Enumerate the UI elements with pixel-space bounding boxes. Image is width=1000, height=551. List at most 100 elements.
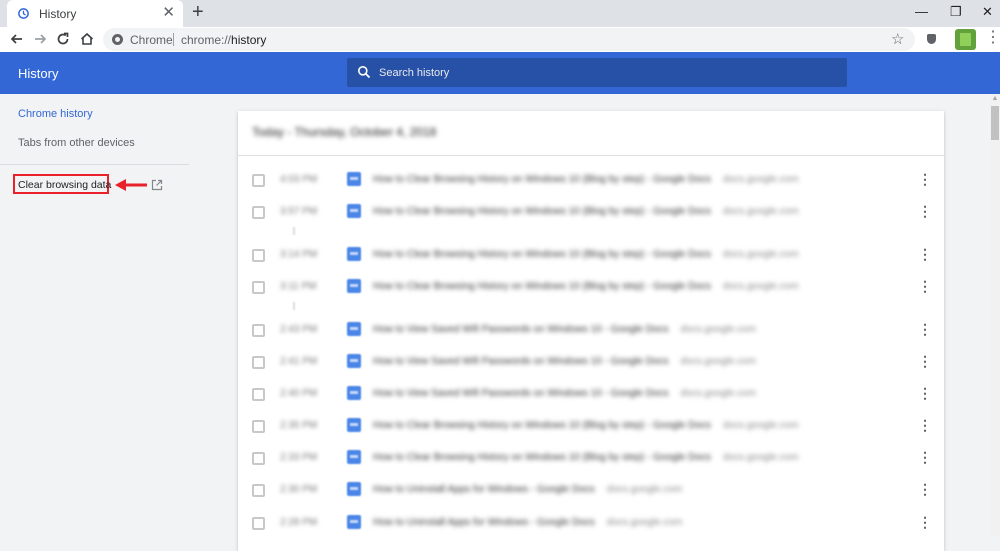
sidebar: Chrome history Tabs from other devices C…: [0, 94, 189, 536]
page-title: History: [18, 66, 59, 81]
row-title[interactable]: How to View Saved Wifi Passwords on Wind…: [373, 388, 756, 399]
clear-browsing-data-label: Clear browsing data: [18, 179, 112, 191]
history-row[interactable]: 3:11 PM How to Clear Browsing History on…: [238, 278, 944, 298]
docs-favicon-icon: [347, 247, 361, 261]
row-title[interactable]: How to Clear Browsing History on Windows…: [373, 249, 799, 260]
more-actions-icon[interactable]: ⋮: [918, 353, 932, 369]
history-row[interactable]: 4:03 PM How to Clear Browsing History on…: [238, 171, 944, 191]
tab-title: History: [39, 7, 77, 21]
row-title[interactable]: How to Uninstall Apps for Windows - Goog…: [373, 484, 682, 495]
docs-favicon-icon: [347, 204, 361, 218]
history-row[interactable]: 3:57 PM How to Clear Browsing History on…: [238, 203, 944, 223]
chrome-icon: [112, 34, 123, 45]
row-time: 2:41 PM: [280, 356, 318, 367]
card-divider: [238, 155, 944, 156]
history-header: History: [0, 52, 1000, 94]
row-title[interactable]: How to View Saved Wifi Passwords on Wind…: [373, 356, 756, 367]
more-actions-icon[interactable]: ⋮: [918, 278, 932, 294]
row-time: 4:03 PM: [280, 174, 318, 185]
history-row[interactable]: 2:28 PM How to Uninstall Apps for Window…: [238, 514, 944, 534]
more-actions-icon[interactable]: ⋮: [918, 321, 932, 337]
docs-favicon-icon: [347, 354, 361, 368]
row-checkbox[interactable]: [252, 206, 265, 219]
more-actions-icon[interactable]: ⋮: [918, 385, 932, 401]
row-time: 2:35 PM: [280, 420, 318, 431]
row-checkbox[interactable]: [252, 452, 265, 465]
reload-icon[interactable]: [54, 30, 72, 48]
history-row[interactable]: 2:35 PM How to Clear Browsing History on…: [238, 417, 944, 437]
history-row[interactable]: 2:40 PM How to View Saved Wifi Passwords…: [238, 385, 944, 405]
red-arrow-icon: [115, 179, 147, 191]
search-input[interactable]: [379, 64, 819, 81]
row-title[interactable]: How to Uninstall Apps for Windows - Goog…: [373, 517, 682, 528]
row-title[interactable]: How to Clear Browsing History on Windows…: [373, 452, 799, 463]
row-title[interactable]: How to View Saved Wifi Passwords on Wind…: [373, 324, 756, 335]
more-actions-icon[interactable]: ⋮: [918, 171, 932, 187]
row-checkbox[interactable]: [252, 484, 265, 497]
tab-history[interactable]: History ✕: [7, 0, 183, 27]
row-connector: [293, 227, 295, 235]
url-separator: [173, 33, 174, 46]
sidebar-item-other-devices[interactable]: Tabs from other devices: [18, 137, 135, 149]
search-box[interactable]: [347, 58, 847, 87]
more-actions-icon[interactable]: ⋮: [918, 203, 932, 219]
clear-browsing-data-link[interactable]: Clear browsing data: [13, 174, 112, 194]
row-title[interactable]: How to Clear Browsing History on Windows…: [373, 174, 799, 185]
more-actions-icon[interactable]: ⋮: [918, 514, 932, 530]
row-title[interactable]: How to Clear Browsing History on Windows…: [373, 420, 799, 431]
scroll-up-icon[interactable]: ▲: [990, 94, 1000, 104]
row-title[interactable]: How to Clear Browsing History on Windows…: [373, 281, 799, 292]
new-tab-button[interactable]: +: [192, 2, 204, 22]
docs-favicon-icon: [347, 450, 361, 464]
row-time: 2:40 PM: [280, 388, 318, 399]
back-icon[interactable]: [8, 30, 26, 48]
home-icon[interactable]: [78, 30, 96, 48]
row-checkbox[interactable]: [252, 174, 265, 187]
row-checkbox[interactable]: [252, 249, 265, 262]
tab-close-icon[interactable]: ✕: [162, 5, 175, 20]
docs-favicon-icon: [347, 279, 361, 293]
star-icon[interactable]: ☆: [891, 30, 904, 48]
row-connector: [293, 302, 295, 310]
history-row[interactable]: 3:14 PM How to Clear Browsing History on…: [238, 246, 944, 266]
more-actions-icon[interactable]: ⋮: [918, 481, 932, 497]
docs-favicon-icon: [347, 386, 361, 400]
sidebar-item-chrome-history[interactable]: Chrome history: [18, 108, 93, 120]
docs-favicon-icon: [347, 515, 361, 529]
row-time: 3:11 PM: [280, 281, 317, 292]
history-row[interactable]: 2:30 PM How to Uninstall Apps for Window…: [238, 481, 944, 501]
row-time: 3:57 PM: [280, 206, 318, 217]
more-actions-icon[interactable]: ⋮: [918, 417, 932, 433]
docs-favicon-icon: [347, 172, 361, 186]
row-title[interactable]: How to Clear Browsing History on Windows…: [373, 206, 799, 217]
row-checkbox[interactable]: [252, 356, 265, 369]
docs-favicon-icon: [347, 322, 361, 336]
search-icon: [358, 66, 371, 79]
forward-icon[interactable]: [31, 30, 49, 48]
scroll-thumb[interactable]: [991, 106, 999, 140]
scrollbar[interactable]: ▲: [990, 94, 1000, 536]
open-in-new-icon: [151, 179, 163, 191]
more-actions-icon[interactable]: ⋮: [918, 449, 932, 465]
extension-icon[interactable]: [927, 34, 936, 44]
history-row[interactable]: 2:33 PM How to Clear Browsing History on…: [238, 449, 944, 469]
row-checkbox[interactable]: [252, 388, 265, 401]
history-row[interactable]: 2:43 PM How to View Saved Wifi Passwords…: [238, 321, 944, 341]
history-row[interactable]: 2:41 PM How to View Saved Wifi Passwords…: [238, 353, 944, 373]
minimize-button[interactable]: —: [915, 4, 928, 19]
row-checkbox[interactable]: [252, 281, 265, 294]
row-time: 2:28 PM: [280, 517, 318, 528]
docs-favicon-icon: [347, 418, 361, 432]
address-bar[interactable]: Chrome chrome://history: [103, 28, 915, 51]
sidebar-divider: [0, 164, 189, 165]
url-text[interactable]: chrome://history: [181, 33, 266, 47]
close-window-button[interactable]: ✕: [982, 4, 993, 20]
profile-avatar[interactable]: [955, 29, 976, 50]
row-checkbox[interactable]: [252, 420, 265, 433]
more-actions-icon[interactable]: ⋮: [918, 246, 932, 262]
history-icon: [18, 8, 29, 19]
menu-icon[interactable]: ⋮: [985, 30, 1000, 46]
row-checkbox[interactable]: [252, 517, 265, 530]
restore-button[interactable]: ❐: [950, 4, 962, 20]
row-checkbox[interactable]: [252, 324, 265, 337]
